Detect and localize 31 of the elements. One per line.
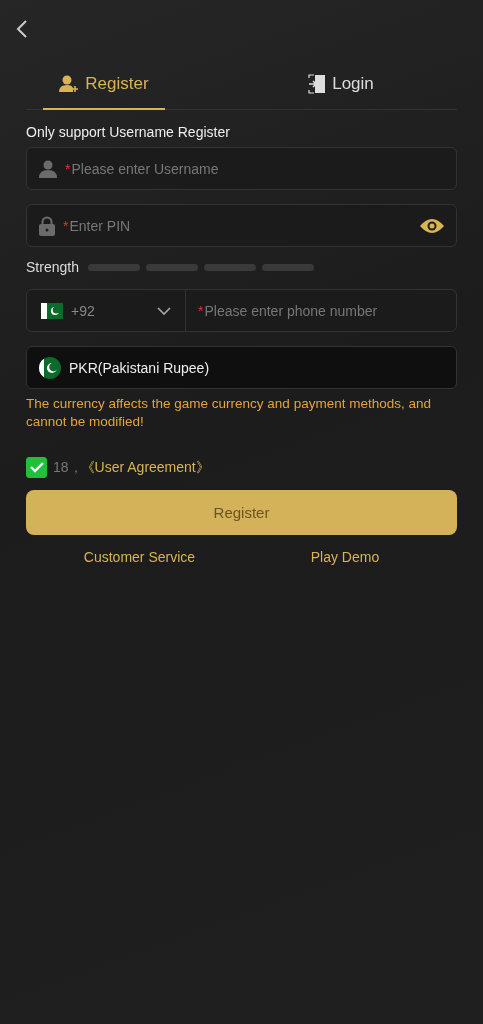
flag-icon — [41, 302, 63, 319]
pin-input[interactable]: Enter PIN — [68, 217, 420, 234]
lock-icon — [39, 215, 55, 236]
required-mark: * — [65, 160, 71, 177]
currency-field: PKR(Pakistani Rupee) — [26, 346, 457, 389]
tab[interactable]: Register — [43, 74, 165, 110]
check-icon — [29, 462, 44, 473]
notice-text: Only support Username Register — [26, 124, 231, 140]
warning-text: The currency affects the game currency and payment methods, and cannot be modified! — [26, 395, 432, 431]
required-mark: * — [198, 302, 204, 319]
door-icon — [308, 74, 327, 94]
agreement-link[interactable]: 《User Agreement》 — [80, 458, 210, 477]
pin-field[interactable]: *Enter PIN — [26, 204, 457, 247]
tab[interactable]: Login — [225, 74, 457, 110]
required-mark: * — [63, 217, 69, 234]
agreement-checkbox[interactable] — [26, 457, 47, 478]
back-icon[interactable] — [16, 20, 28, 38]
register-button[interactable]: Register — [26, 490, 457, 535]
footer-link[interactable]: Customer Service — [83, 549, 196, 565]
user-add-icon — [59, 75, 80, 93]
username-field[interactable]: *Please enter Username — [26, 147, 457, 190]
user-icon — [39, 159, 57, 178]
phone-field[interactable]: *Please enter phone number — [186, 302, 456, 319]
country-code-select[interactable]: +92 — [27, 290, 186, 331]
footer-link[interactable]: Play Demo — [310, 549, 380, 565]
eye-icon[interactable] — [420, 217, 444, 234]
chevron-down-icon — [157, 306, 171, 315]
flag-icon — [39, 356, 61, 379]
age-text: 18， — [53, 458, 83, 477]
username-input[interactable]: Please enter Username — [70, 160, 444, 177]
strength-label: Strength — [26, 259, 79, 275]
